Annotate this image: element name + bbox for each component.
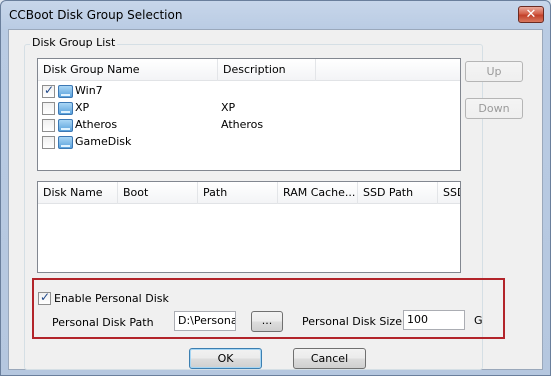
disk-group-name: GameDisk <box>75 135 132 148</box>
personal-disk-path-label: Personal Disk Path <box>52 316 154 329</box>
enable-personal-disk-label: Enable Personal Disk <box>54 292 169 305</box>
title-bar: CCBoot Disk Group Selection <box>1 1 550 29</box>
window-title: CCBoot Disk Group Selection <box>9 8 183 22</box>
disk-group-description: XP <box>221 101 236 114</box>
disk-group-icon <box>58 119 73 132</box>
size-unit-label: G <box>474 314 483 327</box>
column-header-label: Boot <box>123 186 149 199</box>
enable-personal-disk-checkbox[interactable] <box>38 290 51 305</box>
disk-group-name: XP <box>75 101 90 114</box>
row-checkbox[interactable] <box>42 136 55 149</box>
column-header-ssd-path[interactable]: SSD Path <box>358 182 438 204</box>
column-header-disk-group-name[interactable]: Disk Group Name <box>38 59 218 81</box>
list-item-xp[interactable]: XP XP <box>38 100 460 117</box>
disk-group-description: Atheros <box>221 118 264 131</box>
down-button-label: Down <box>478 102 510 115</box>
dialog-window: CCBoot Disk Group Selection ✕ Disk Group… <box>0 0 551 376</box>
dialog-body: Disk Group List Disk Group Name Descript… <box>8 29 543 370</box>
column-header-label: RAM Cache... <box>283 186 356 199</box>
column-header-label: Description <box>223 63 286 76</box>
ok-button-label: OK <box>217 352 234 365</box>
column-header-label: Disk Name <box>43 186 103 199</box>
up-button[interactable]: Up <box>465 61 523 82</box>
column-header-ssd[interactable]: SSD <box>438 182 460 204</box>
disk-group-list[interactable]: Disk Group Name Description Win7 XP XP <box>37 58 461 171</box>
close-icon: ✕ <box>525 7 537 22</box>
disk-group-name: Atheros <box>75 118 118 131</box>
column-header-label: Path <box>203 186 228 199</box>
list-item-atheros[interactable]: Atheros Atheros <box>38 117 460 134</box>
up-button-label: Up <box>486 65 502 78</box>
down-button[interactable]: Down <box>465 98 523 119</box>
personal-disk-path-value: D:\Personal <box>178 314 236 327</box>
column-header-ram-cache[interactable]: RAM Cache... <box>278 182 358 204</box>
list-item-win7[interactable]: Win7 <box>38 83 460 100</box>
cancel-button-label: Cancel <box>310 352 349 365</box>
disk-group-icon <box>58 102 73 115</box>
cancel-button[interactable]: Cancel <box>293 348 366 369</box>
groupbox-label: Disk Group List <box>30 36 118 49</box>
column-header-label: SSD <box>443 186 460 199</box>
personal-disk-path-input[interactable]: D:\Personal <box>174 311 236 331</box>
list-item-gamedisk[interactable]: GameDisk <box>38 134 460 151</box>
disk-group-list-header: Disk Group Name Description <box>38 59 460 81</box>
disk-group-icon <box>58 136 73 149</box>
disk-list-header: Disk Name Boot Path RAM Cache... SSD Pat… <box>38 182 460 204</box>
row-checkbox[interactable] <box>42 83 55 98</box>
disk-group-icon <box>58 85 73 98</box>
column-header-disk-name[interactable]: Disk Name <box>38 182 118 204</box>
row-checkbox[interactable] <box>42 119 55 132</box>
column-header-label: Disk Group Name <box>43 63 140 76</box>
personal-disk-size-input[interactable]: 100 <box>403 310 465 330</box>
disk-list[interactable]: Disk Name Boot Path RAM Cache... SSD Pat… <box>37 181 461 273</box>
personal-disk-size-value: 100 <box>407 313 428 326</box>
close-button[interactable]: ✕ <box>518 6 544 23</box>
column-header-boot[interactable]: Boot <box>118 182 198 204</box>
row-checkbox[interactable] <box>42 102 55 115</box>
column-header-description[interactable]: Description <box>218 59 316 81</box>
browse-button-label: ... <box>261 314 273 327</box>
ok-button[interactable]: OK <box>189 348 262 369</box>
personal-disk-size-label: Personal Disk Size <box>302 315 402 328</box>
column-header-label: SSD Path <box>363 186 414 199</box>
browse-button[interactable]: ... <box>251 311 283 332</box>
disk-group-name: Win7 <box>75 84 103 97</box>
column-header-path[interactable]: Path <box>198 182 278 204</box>
